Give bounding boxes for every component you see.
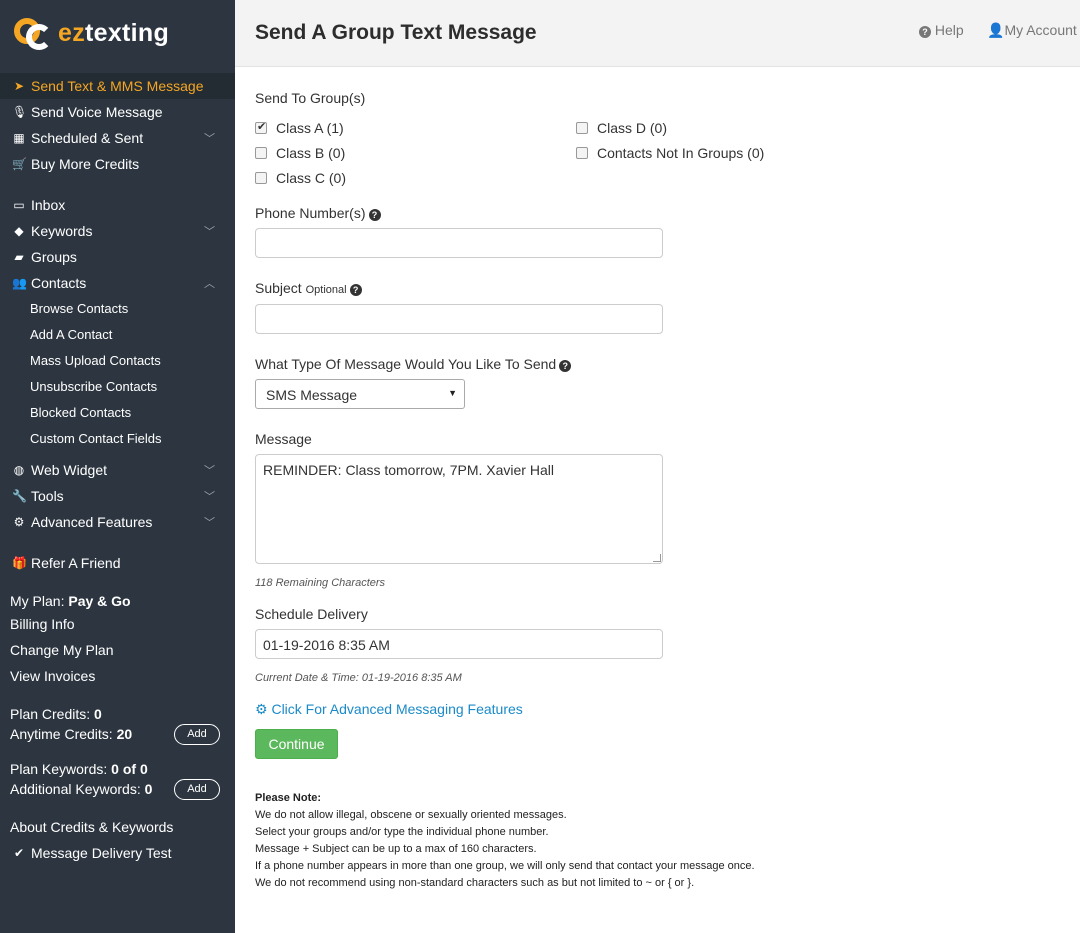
sidebar: eztexting ➤ Send Text & MMS Message 🎙 Send… xyxy=(0,0,235,933)
nav-custom-fields[interactable]: Custom Contact Fields xyxy=(30,429,162,449)
check-icon: ✔ xyxy=(13,846,25,860)
calendar-icon: ▦ xyxy=(13,131,25,145)
note-line: We do not recommend using non-standard c… xyxy=(255,877,695,889)
question-icon[interactable]: ? xyxy=(559,360,572,372)
question-icon: ? xyxy=(919,26,931,38)
phone-input[interactable] xyxy=(255,228,663,258)
note-line: We do not allow illegal, obscene or sexu… xyxy=(255,809,567,821)
phone-label: Phone Number(s)? xyxy=(255,205,381,221)
checkbox[interactable] xyxy=(576,122,588,134)
question-icon[interactable]: ? xyxy=(349,284,362,296)
please-note: Please Note: We do not allow illegal, ob… xyxy=(255,790,1035,892)
nav-advanced-features[interactable]: ⚙ Advanced Features ﹀ xyxy=(0,509,235,535)
nav-mass-upload[interactable]: Mass Upload Contacts xyxy=(30,351,161,371)
nav-billing-info[interactable]: Billing Info xyxy=(10,614,75,634)
users-icon: 👥 xyxy=(12,276,27,290)
subject-input[interactable] xyxy=(255,304,663,334)
my-plan: My Plan: Pay & Go xyxy=(10,593,131,609)
nav-scheduled-sent[interactable]: ▦ Scheduled & Sent ﹀ xyxy=(0,125,235,151)
nav-keywords[interactable]: ◆ Keywords ﹀ xyxy=(0,218,235,244)
plan-credits: Plan Credits: 0 xyxy=(10,706,102,722)
folder-icon: ▰ xyxy=(14,250,24,264)
advanced-messaging-link[interactable]: ⚙ Click For Advanced Messaging Features xyxy=(255,701,523,718)
chevron-down-icon: ﹀ xyxy=(204,465,215,477)
nav-send-voice[interactable]: 🎙 Send Voice Message xyxy=(0,99,235,125)
user-icon: 👤 xyxy=(987,22,1005,38)
nav-delivery-test[interactable]: ✔ Message Delivery Test xyxy=(0,840,235,866)
nav-change-plan[interactable]: Change My Plan xyxy=(10,640,114,660)
group-class-c[interactable]: Class C (0) xyxy=(255,170,346,186)
nav-tools[interactable]: 🔧 Tools ﹀ xyxy=(0,483,235,509)
nav-view-invoices[interactable]: View Invoices xyxy=(10,666,95,686)
tags-icon: ◆ xyxy=(14,224,24,238)
my-account-link[interactable]: 👤My Account xyxy=(987,22,1077,39)
nav-blocked-contacts[interactable]: Blocked Contacts xyxy=(30,403,131,423)
chevron-down-icon: ﹀ xyxy=(204,517,215,529)
checkbox[interactable] xyxy=(255,172,267,184)
microphone-icon: 🎙 xyxy=(12,105,28,119)
checkbox[interactable] xyxy=(255,147,267,159)
group-class-d[interactable]: Class D (0) xyxy=(576,120,667,136)
add-credits-button[interactable]: Add xyxy=(174,724,220,745)
remaining-characters: 118 Remaining Characters xyxy=(255,577,386,589)
nav-inbox[interactable]: ▭ Inbox xyxy=(0,192,235,218)
chevron-up-icon: ︿ xyxy=(204,278,215,290)
chevron-down-icon: ﹀ xyxy=(204,133,215,145)
resize-handle-icon[interactable] xyxy=(653,554,661,562)
logo-mark-icon xyxy=(14,16,52,50)
schedule-label: Schedule Delivery xyxy=(255,606,368,622)
globe-icon: ◍ xyxy=(13,463,25,477)
nav-contacts[interactable]: 👥 Contacts ︿ xyxy=(0,270,235,296)
subject-label: Subject Optional? xyxy=(255,280,362,296)
dropdown-arrow-icon: ▼ xyxy=(448,388,457,398)
additional-keywords: Additional Keywords: 0 xyxy=(10,781,153,797)
message-type-select[interactable]: SMS Message ▼ xyxy=(255,379,465,409)
current-datetime: Current Date & Time: 01-19-2016 8:35 AM xyxy=(255,672,462,684)
note-line: Message + Subject can be up to a max of … xyxy=(255,843,537,855)
nav-browse-contacts[interactable]: Browse Contacts xyxy=(30,299,128,319)
chevron-down-icon: ﹀ xyxy=(204,491,215,503)
checkbox-checked[interactable] xyxy=(255,120,267,134)
checkbox[interactable] xyxy=(576,147,588,159)
message-type-label: What Type Of Message Would You Like To S… xyxy=(255,356,572,372)
group-class-a[interactable]: Class A (1) xyxy=(255,120,344,136)
top-bar: Send A Group Text Message ? Help 👤My Acc… xyxy=(235,0,1080,67)
note-line: If a phone number appears in more than o… xyxy=(255,860,755,872)
paper-plane-icon: ➤ xyxy=(13,79,25,93)
groups-label: Send To Group(s) xyxy=(255,90,366,106)
ez-texting-logo[interactable]: eztexting xyxy=(14,16,169,50)
message-textarea[interactable]: REMINDER: Class tomorrow, 7PM. Xavier Ha… xyxy=(255,454,663,564)
inbox-icon: ▭ xyxy=(13,198,25,212)
nav-refer-friend[interactable]: 🎁 Refer A Friend xyxy=(0,550,235,576)
question-icon[interactable]: ? xyxy=(368,209,381,221)
note-title: Please Note: xyxy=(255,792,322,804)
chevron-down-icon: ﹀ xyxy=(204,226,215,238)
gear-icon: ⚙ xyxy=(255,701,268,717)
gift-icon: 🎁 xyxy=(12,556,27,570)
cart-icon: 🛒 xyxy=(12,157,27,171)
nav-groups[interactable]: ▰ Groups xyxy=(0,244,235,270)
nav-unsubscribe-contacts[interactable]: Unsubscribe Contacts xyxy=(30,377,157,397)
plan-keywords: Plan Keywords: 0 of 0 xyxy=(10,761,148,777)
page-title: Send A Group Text Message xyxy=(255,21,537,44)
help-link[interactable]: ? Help xyxy=(919,22,964,38)
group-class-b[interactable]: Class B (0) xyxy=(255,145,345,161)
logo-wordmark: eztexting xyxy=(58,18,170,47)
note-line: Select your groups and/or type the indiv… xyxy=(255,826,549,838)
continue-button[interactable]: Continue xyxy=(255,729,338,759)
cogs-icon: ⚙ xyxy=(13,515,25,529)
wrench-icon: 🔧 xyxy=(12,489,27,503)
schedule-input[interactable]: 01-19-2016 8:35 AM xyxy=(255,629,663,659)
group-not-in-groups[interactable]: Contacts Not In Groups (0) xyxy=(576,145,764,161)
nav-web-widget[interactable]: ◍ Web Widget ﹀ xyxy=(0,457,235,483)
anytime-credits: Anytime Credits: 20 xyxy=(10,726,133,742)
nav-buy-credits[interactable]: 🛒 Buy More Credits xyxy=(0,151,235,177)
nav-add-contact[interactable]: Add A Contact xyxy=(30,325,112,345)
add-keywords-button[interactable]: Add xyxy=(174,779,220,800)
nav-send-text[interactable]: ➤ Send Text & MMS Message xyxy=(0,73,235,99)
message-label: Message xyxy=(255,431,312,447)
nav-about-credits[interactable]: About Credits & Keywords xyxy=(10,817,173,837)
